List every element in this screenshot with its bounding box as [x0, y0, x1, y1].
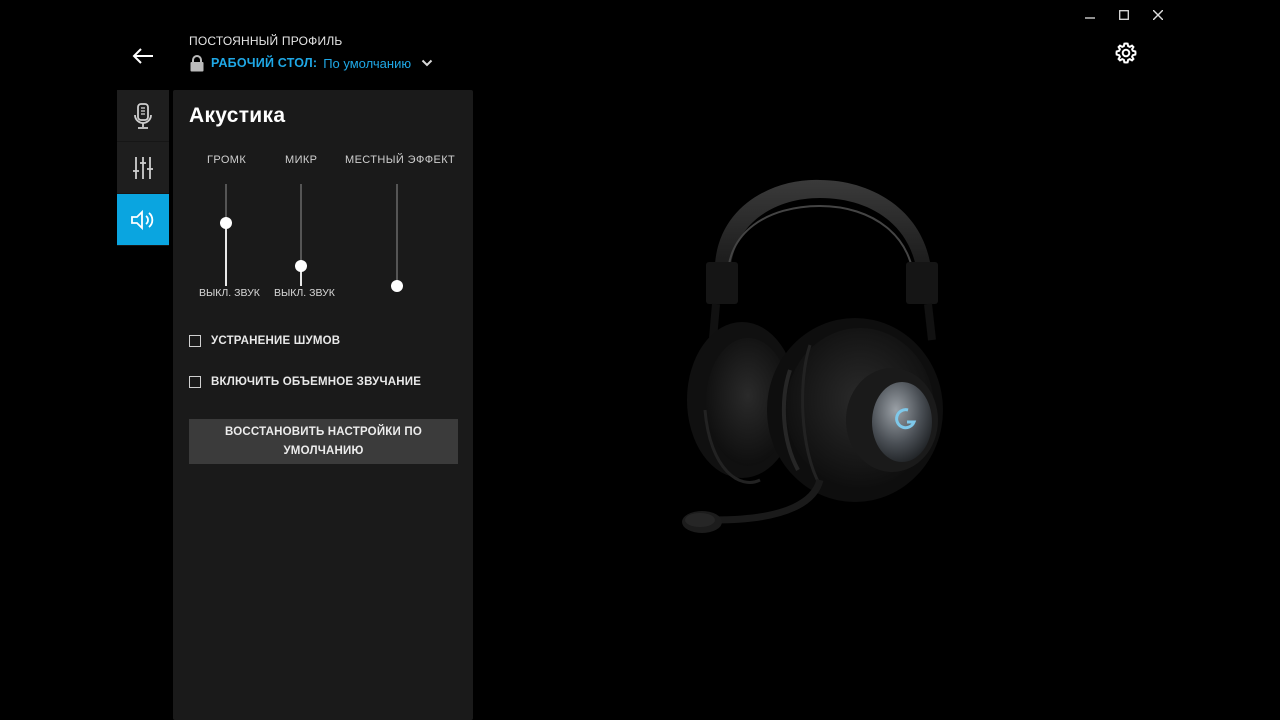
close-icon: [1153, 10, 1163, 20]
headset-image: [682, 179, 943, 533]
speaker-icon: [131, 209, 154, 230]
checkbox-label: УСТРАНЕНИЕ ШУМОВ: [211, 335, 341, 347]
acoustics-panel: Акустика ГРОМК ВЫКЛ. ЗВУК МИКР ВЫКЛ. ЗВУ…: [173, 90, 473, 720]
checkbox-label: ВКЛЮЧИТЬ ОБЪЕМНОЕ ЗВУЧАНИЕ: [211, 376, 422, 388]
chevron-down-icon: [421, 56, 435, 70]
feature-rail: [117, 90, 169, 246]
profile-name: По умолчанию: [323, 55, 412, 71]
volume-slider[interactable]: [220, 184, 232, 286]
profile-app-name: РАБОЧИЙ СТОЛ:: [211, 56, 318, 70]
back-button[interactable]: [130, 44, 156, 68]
minimize-button[interactable]: [1080, 6, 1100, 24]
volume-slider-group: ГРОМК: [207, 154, 246, 166]
equalizer-icon: [133, 156, 153, 179]
settings-button[interactable]: [1114, 41, 1138, 65]
minimize-icon: [1085, 17, 1095, 19]
profile-label: ПОСТОЯННЫЙ ПРОФИЛЬ: [189, 34, 343, 48]
window-controls: [1080, 6, 1168, 24]
profile-selector[interactable]: РАБОЧИЙ СТОЛ: По умолчанию: [189, 54, 435, 72]
mic-slider-thumb[interactable]: [295, 259, 307, 272]
sidetone-slider-group: МЕСТНЫЙ ЭФФЕКТ: [345, 154, 455, 166]
volume-slider-thumb[interactable]: [220, 216, 232, 229]
reset-defaults-button[interactable]: ВОССТАНОВИТЬ НАСТРОЙКИ ПО УМОЛЧАНИЮ: [189, 419, 458, 464]
volume-slider-fill: [225, 222, 227, 286]
close-button[interactable]: [1148, 6, 1168, 24]
checkbox-box[interactable]: [189, 335, 201, 347]
sidetone-slider[interactable]: [391, 184, 403, 292]
mic-slider[interactable]: [295, 184, 307, 286]
mic-slider-group: МИКР: [285, 154, 317, 166]
checkbox-box[interactable]: [189, 376, 201, 388]
rail-item-microphone[interactable]: [117, 90, 169, 142]
microphone-icon: [134, 102, 152, 129]
lock-icon: [189, 54, 205, 72]
rail-item-acoustics[interactable]: [117, 194, 169, 246]
panel-title: Акустика: [189, 104, 286, 127]
noise-cancel-checkbox[interactable]: УСТРАНЕНИЕ ШУМОВ: [189, 335, 340, 347]
slider-label: МЕСТНЫЙ ЭФФЕКТ: [345, 154, 456, 166]
volume-mute-label: ВЫКЛ. ЗВУК: [199, 287, 260, 299]
surround-checkbox[interactable]: ВКЛЮЧИТЬ ОБЪЕМНОЕ ЗВУЧАНИЕ: [189, 376, 421, 388]
maximize-icon: [1119, 10, 1129, 20]
gear-icon: [1115, 42, 1137, 64]
sidetone-slider-thumb[interactable]: [391, 280, 403, 292]
slider-label: МИКР: [285, 154, 318, 166]
rail-item-equalizer[interactable]: [117, 142, 169, 194]
back-arrow-icon: [132, 48, 153, 64]
mic-mute-label: ВЫКЛ. ЗВУК: [274, 287, 335, 299]
slider-label: ГРОМК: [207, 154, 247, 166]
maximize-button[interactable]: [1114, 6, 1134, 24]
